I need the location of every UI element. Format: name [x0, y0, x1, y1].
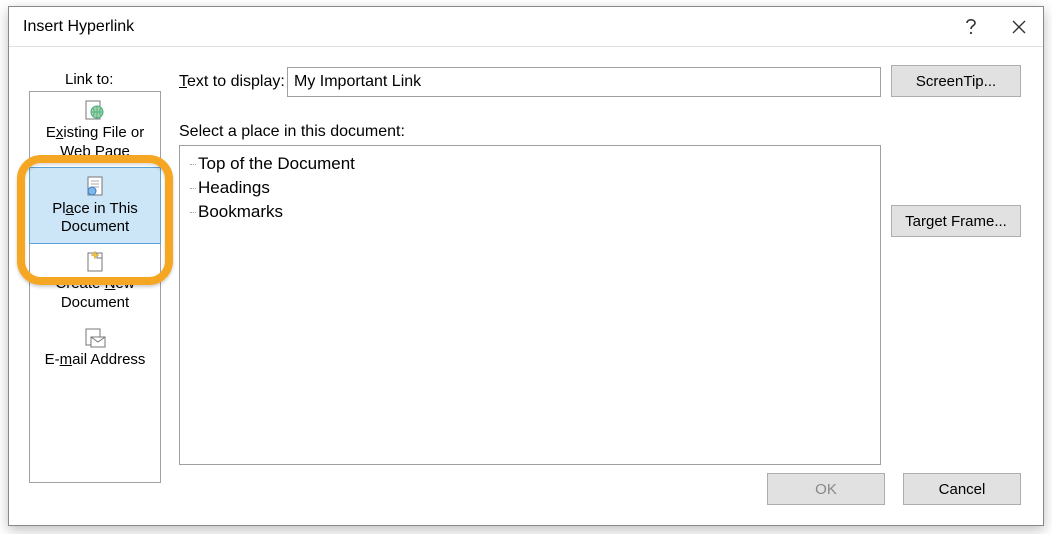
- document-place-icon: [83, 176, 107, 198]
- text-to-display-label: Text to display:: [179, 73, 285, 91]
- target-frame-button[interactable]: Target Frame...: [891, 205, 1021, 237]
- link-to-sidebar: Existing File or Web Page Place in This …: [29, 91, 161, 483]
- tree-item-label: Top of the Document: [198, 154, 355, 174]
- sidebar-item-label: Existing File or Web Page: [34, 124, 156, 162]
- tree-item-label: Bookmarks: [198, 202, 283, 222]
- tree-item-label: Headings: [198, 178, 270, 198]
- tree-item-top[interactable]: Top of the Document: [186, 152, 874, 176]
- close-icon: [1012, 20, 1026, 34]
- email-icon: [83, 327, 107, 349]
- titlebar: Insert Hyperlink: [9, 7, 1043, 47]
- sidebar-item-label: Place in This Document: [34, 200, 156, 238]
- tree-item-headings[interactable]: Headings: [186, 176, 874, 200]
- sidebar-item-create-new-document[interactable]: Create New Document: [30, 243, 160, 319]
- sidebar-item-existing-file[interactable]: Existing File or Web Page: [30, 92, 160, 168]
- dialog-body: Link to: Existing File or Web Page Place…: [9, 47, 1043, 525]
- dialog-title: Insert Hyperlink: [23, 18, 134, 36]
- text-to-display-input[interactable]: [287, 67, 881, 97]
- sidebar-item-label: E-mail Address: [45, 351, 146, 370]
- window-controls: [947, 7, 1043, 46]
- new-document-icon: [83, 251, 107, 273]
- link-to-label: Link to:: [65, 71, 113, 88]
- ok-button[interactable]: OK: [767, 473, 885, 505]
- cancel-button[interactable]: Cancel: [903, 473, 1021, 505]
- sidebar-item-label: Create New Document: [34, 275, 156, 313]
- help-icon: [965, 18, 977, 36]
- sidebar-item-email-address[interactable]: E-mail Address: [30, 319, 160, 376]
- screentip-button[interactable]: ScreenTip...: [891, 65, 1021, 97]
- insert-hyperlink-dialog: Insert Hyperlink Link to: Existing File …: [8, 6, 1044, 526]
- help-button[interactable]: [947, 7, 995, 46]
- select-place-label: Select a place in this document:: [179, 123, 405, 141]
- close-button[interactable]: [995, 7, 1043, 46]
- globe-page-icon: [83, 100, 107, 122]
- dialog-buttons: OK Cancel: [767, 473, 1021, 505]
- tree-item-bookmarks[interactable]: Bookmarks: [186, 200, 874, 224]
- sidebar-item-place-in-document[interactable]: Place in This Document: [29, 167, 161, 245]
- document-places-tree[interactable]: Top of the Document Headings Bookmarks: [179, 145, 881, 465]
